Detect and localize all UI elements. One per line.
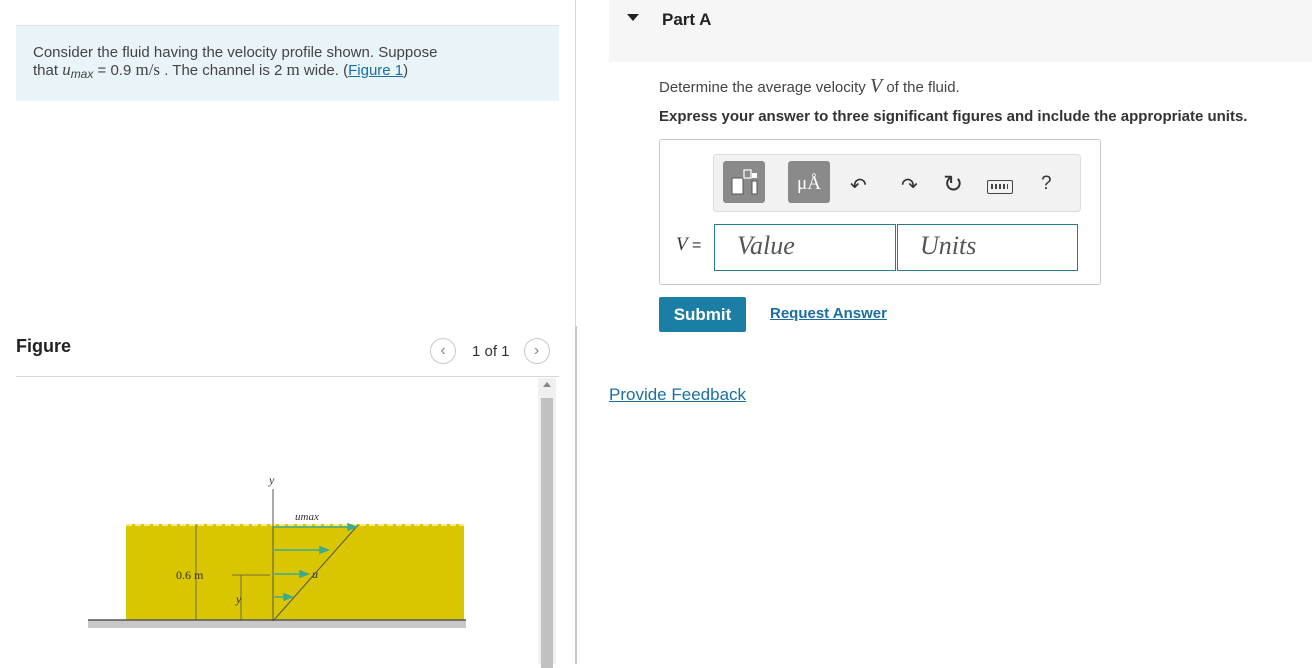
question-var: V — [869, 75, 883, 97]
request-answer-link[interactable]: Request Answer — [770, 305, 887, 322]
undo-icon[interactable]: ↶ — [850, 173, 867, 198]
math-toolbar: μÅ ↶ ↷ ↻ ? — [713, 154, 1081, 212]
problem-line-2: that umax = 0.9 m/s . The channel is 2 m… — [33, 61, 543, 83]
u-label: u — [312, 567, 318, 581]
provide-feedback-link[interactable]: Provide Feedback — [609, 385, 746, 405]
part-header[interactable]: Part A — [609, 0, 1312, 62]
problem-panel: Consider the fluid having the velocity p… — [0, 0, 576, 668]
speed-unit: m/s — [135, 60, 161, 79]
width-unit: m — [286, 60, 300, 79]
next-figure-button[interactable]: › — [523, 338, 550, 364]
equation-label: V = — [676, 234, 701, 256]
submit-button[interactable]: Submit — [659, 297, 746, 332]
question-suffix: of the fluid. — [882, 79, 960, 96]
units-icon: μÅ — [797, 173, 821, 194]
depth-label: 0.6 m — [176, 568, 204, 582]
figure-image: y umax u 0.6 m y — [16, 377, 536, 664]
caret-down-icon[interactable] — [627, 14, 639, 21]
part-title: Part A — [662, 10, 712, 29]
answer-box: μÅ ↶ ↷ ↻ ? V = Value Units — [659, 139, 1101, 285]
umax-label: umax — [295, 511, 319, 523]
reset-icon[interactable]: ↻ — [943, 170, 963, 199]
figure-scrollbar[interactable] — [538, 378, 556, 668]
scroll-thumb[interactable] — [541, 398, 553, 668]
figure-pager: ‹ 1 of 1 › — [430, 338, 550, 364]
question-text: Determine the average velocity V of the … — [659, 75, 960, 98]
scroll-up-arrow-icon[interactable] — [543, 382, 551, 387]
y-dim-label: y — [235, 592, 242, 606]
y-axis-label: y — [268, 473, 275, 487]
text-mid: = 0.9 — [93, 62, 136, 79]
pager-text: 1 of 1 — [472, 342, 510, 360]
question-prefix: Determine the average velocity — [659, 79, 870, 96]
eq-sign: = — [687, 237, 702, 254]
figure-title: Figure — [16, 336, 72, 356]
text-suffix: wide. ( — [299, 62, 349, 79]
umax-sub: max — [70, 67, 94, 81]
text-prefix: that — [33, 62, 63, 79]
umax-var: u — [62, 60, 71, 79]
units-input[interactable]: Units — [897, 224, 1078, 271]
panel-divider-dark — [575, 326, 577, 664]
templates-button[interactable] — [723, 161, 765, 203]
templates-icon — [731, 169, 758, 195]
figure-link[interactable]: Figure 1 — [348, 62, 403, 79]
value-input[interactable]: Value — [714, 224, 896, 271]
chevron-right-icon: › — [533, 342, 540, 359]
prev-figure-button[interactable]: ‹ — [430, 338, 456, 364]
problem-line-1: Consider the fluid having the velocity p… — [33, 44, 438, 61]
instruction-text: Express your answer to three significant… — [659, 108, 1248, 125]
chevron-left-icon: ‹ — [440, 342, 446, 359]
help-icon[interactable]: ? — [1041, 173, 1052, 195]
channel-bed — [88, 620, 466, 628]
velocity-profile-diagram: y umax u 0.6 m y — [88, 473, 466, 628]
keyboard-icon[interactable] — [987, 180, 1013, 194]
problem-statement: Consider the fluid having the velocity p… — [16, 25, 559, 101]
close-paren: ) — [403, 62, 409, 79]
units-button[interactable]: μÅ — [788, 161, 830, 203]
redo-icon[interactable]: ↷ — [901, 173, 918, 198]
eq-var: V — [676, 234, 688, 255]
text-mid2: . The channel is 2 — [160, 62, 287, 79]
